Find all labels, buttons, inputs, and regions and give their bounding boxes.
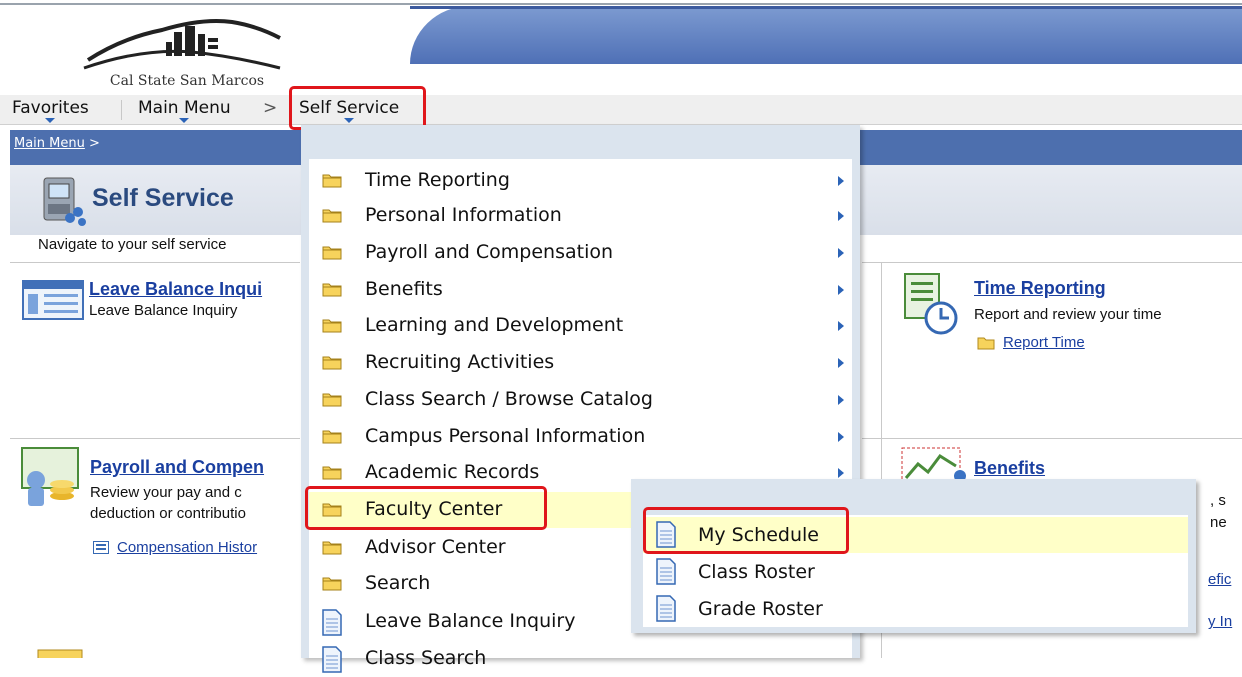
page-title: Self Service [92, 184, 234, 212]
breadcrumb-separator: > [89, 136, 100, 151]
chevron-right-icon [838, 432, 844, 442]
menu-item-label: Leave Balance Inquiry [365, 610, 576, 632]
benefits-tile-desc-fragment: ne [1210, 514, 1227, 531]
menu-item-label: Advisor Center [365, 536, 506, 558]
submenu-item-label: Class Roster [698, 561, 815, 583]
chevron-down-icon [45, 118, 56, 123]
document-icon [322, 646, 342, 673]
chevron-right-icon [838, 176, 844, 186]
document-icon [322, 609, 342, 636]
folder-icon [322, 318, 342, 333]
chevron-right-icon [838, 395, 844, 405]
benefits-tile-desc-fragment: , s [1210, 492, 1226, 509]
menu-item-learning-and-development[interactable]: Learning and Development [309, 308, 852, 344]
folder-icon [322, 208, 342, 223]
campus-logo-icon [83, 19, 281, 70]
compensation-history-link[interactable]: Compensation Histor [117, 539, 257, 556]
chevron-right-icon [838, 321, 844, 331]
header-topline [0, 3, 1242, 5]
payroll-compensation-icon [21, 447, 79, 506]
chevron-right-icon [838, 248, 844, 258]
menu-item-label: Time Reporting [365, 169, 510, 191]
leave-balance-tile-desc: Leave Balance Inquiry [89, 302, 238, 319]
page-list-icon [93, 541, 109, 554]
menu-item-label: Payroll and Compensation [365, 241, 614, 263]
leave-balance-tile-title[interactable]: Leave Balance Inqui [89, 279, 262, 300]
report-time-link[interactable]: Report Time [1003, 334, 1085, 351]
chevron-down-icon [179, 118, 190, 123]
breadcrumb: Main Menu > [14, 136, 100, 151]
annotation-highlight-box [305, 486, 547, 530]
campus-logo-text: Cal State San Marcos [109, 73, 265, 89]
time-reporting-tile-desc: Report and review your time [974, 306, 1162, 323]
menu-item-payroll-and-compensation[interactable]: Payroll and Compensation [309, 235, 852, 271]
nav-main-menu[interactable]: Main Menu [138, 95, 231, 124]
divider [10, 262, 300, 263]
divider [10, 438, 300, 439]
submenu-item-grade-roster[interactable]: Grade Roster [643, 591, 1188, 627]
menu-item-campus-personal-information[interactable]: Campus Personal Information [309, 419, 852, 455]
menu-item-benefits[interactable]: Benefits [309, 272, 852, 308]
divider [862, 438, 1242, 439]
folder-icon [322, 245, 342, 260]
submenu-item-class-roster[interactable]: Class Roster [643, 554, 1188, 590]
folder-icon [322, 392, 342, 407]
chevron-right-icon [838, 358, 844, 368]
menu-item-label: Recruiting Activities [365, 351, 555, 373]
benefits-link-fragment[interactable]: efic [1208, 571, 1231, 588]
nav-arrow-separator: > [263, 98, 278, 118]
breadcrumb-main-menu-link[interactable]: Main Menu [14, 136, 85, 151]
folder-icon [322, 173, 342, 188]
annotation-highlight-box [289, 86, 426, 130]
menu-item-label: Class Search [365, 647, 487, 669]
payroll-tile-title[interactable]: Payroll and Compen [90, 457, 264, 478]
folder-icon [322, 429, 342, 444]
nav-separator [121, 100, 122, 120]
menu-bar: Favorites Main Menu > Self Service [0, 95, 1242, 125]
document-icon [656, 595, 676, 622]
folder-icon [322, 540, 342, 555]
nav-favorites-label: Favorites [12, 98, 89, 118]
nav-main-menu-label: Main Menu [138, 98, 231, 118]
payroll-tile-desc-1: Review your pay and c [90, 484, 242, 501]
menu-item-label: Personal Information [365, 204, 562, 226]
self-service-kiosk-icon [43, 177, 86, 226]
menu-item-label: Academic Records [365, 461, 540, 483]
chevron-right-icon [838, 468, 844, 478]
folder-icon [322, 465, 342, 480]
chevron-right-icon [838, 285, 844, 295]
document-icon [656, 558, 676, 585]
menu-item-time-reporting[interactable]: Time Reporting [309, 163, 852, 199]
leave-balance-icon [22, 280, 84, 320]
divider [862, 262, 1242, 263]
page-instructions: Navigate to your self service [38, 236, 227, 253]
menu-item-personal-information[interactable]: Personal Information [309, 198, 852, 234]
menu-item-label: Search [365, 572, 431, 594]
payroll-tile-desc-2: deduction or contributio [90, 505, 246, 522]
submenu-item-label: Grade Roster [698, 598, 823, 620]
menu-item-label: Campus Personal Information [365, 425, 646, 447]
benefits-link-fragment[interactable]: y In [1208, 613, 1232, 630]
time-reporting-icon [904, 273, 958, 335]
menu-item-label: Benefits [365, 278, 443, 300]
partial-tile-icon [37, 649, 83, 658]
time-reporting-tile-title[interactable]: Time Reporting [974, 278, 1106, 299]
menu-item-label: Learning and Development [365, 314, 624, 336]
nav-favorites[interactable]: Favorites [12, 95, 89, 124]
menu-item-class-search-browse-catalog[interactable]: Class Search / Browse Catalog [309, 382, 852, 418]
folder-icon [322, 355, 342, 370]
menu-item-class-search[interactable]: Class Search [309, 641, 852, 677]
benefits-tile-title[interactable]: Benefits [974, 458, 1045, 479]
annotation-highlight-box [643, 507, 849, 554]
folder-icon [322, 282, 342, 297]
menu-item-recruiting-activities[interactable]: Recruiting Activities [309, 345, 852, 381]
folder-icon [322, 576, 342, 591]
folder-icon [977, 337, 995, 350]
chevron-right-icon [838, 211, 844, 221]
menu-item-label: Class Search / Browse Catalog [365, 388, 653, 410]
header-banner [410, 6, 1242, 64]
